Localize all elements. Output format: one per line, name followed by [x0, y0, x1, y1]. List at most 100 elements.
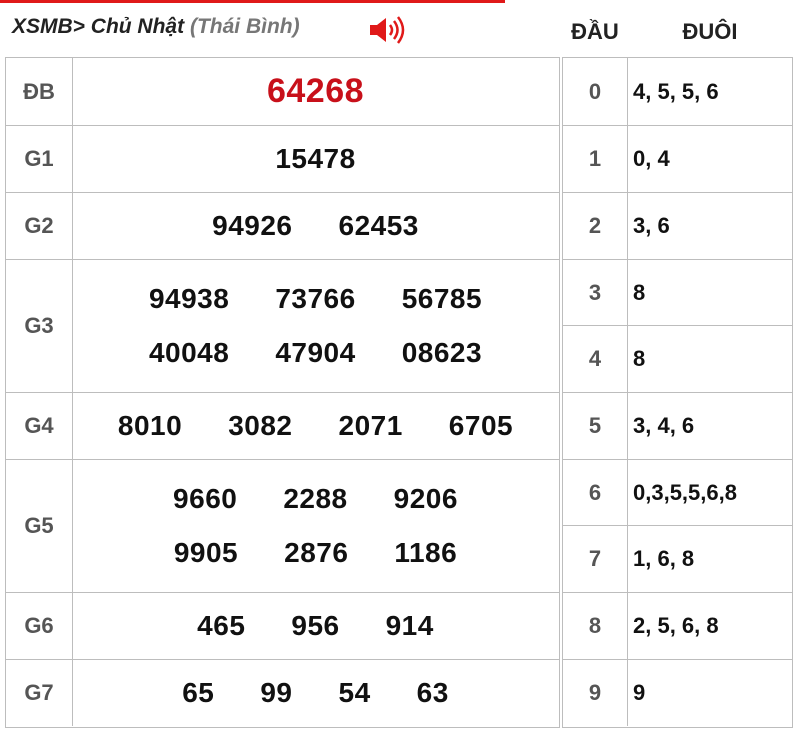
loto-tail-digits: 8 [633, 346, 646, 371]
prize-numbers: 94926 62453 [72, 193, 559, 259]
prize-number: 54 [338, 677, 371, 708]
loto-row: 1 0, 4 [563, 125, 792, 192]
loto-head-digit: 2 [563, 193, 628, 259]
special-prize-number: 64268 [266, 72, 365, 110]
prize-label: G4 [6, 393, 73, 459]
prize-row: G6 465 956 914 [6, 592, 559, 659]
prize-number: 62453 [338, 210, 419, 241]
prize-numbers: 9660 2288 9206 9905 2876 1186 [72, 460, 559, 592]
prize-numbers: 94938 73766 56785 40048 47904 08623 [72, 260, 559, 392]
prize-label: G2 [6, 193, 73, 259]
prize-number: 63 [416, 677, 449, 708]
prize-number: 6705 [448, 410, 514, 441]
column-header-duoi: ĐUÔI [682, 19, 738, 44]
loto-head-digit: 6 [563, 460, 628, 525]
prize-number: 8010 [117, 410, 183, 441]
prize-number: 2876 [284, 537, 349, 568]
prize-number-line: 65 99 54 63 [72, 666, 559, 720]
prize-number: 56785 [401, 283, 483, 314]
loto-head-digit: 9 [563, 660, 628, 726]
prize-number-line: 8010 3082 2071 6705 [72, 399, 559, 453]
prize-row: ĐB 64268 [6, 58, 559, 125]
loto-tail-digits: 0, 4 [633, 146, 670, 171]
prize-number: 65 [182, 677, 215, 708]
loto-tail-digits: 3, 6 [633, 213, 670, 238]
results-title[interactable]: XSMB> Chủ Nhật (Thái Bình) [12, 15, 300, 39]
prize-number: 99 [260, 677, 293, 708]
prize-label: G1 [6, 126, 73, 192]
loto-head-digit: 0 [563, 58, 628, 125]
draw-day: Chủ Nhật [90, 15, 185, 38]
prize-number: 47904 [275, 337, 356, 368]
prize-number: 9660 [173, 483, 238, 514]
loto-row: 5 3, 4, 6 [563, 392, 792, 459]
province-name: (Thái Bình) [189, 15, 300, 38]
region-link[interactable]: XSMB> [12, 15, 85, 38]
loto-head-digit: 7 [563, 526, 628, 592]
prize-label: ĐB [6, 58, 73, 125]
prize-table: ĐB 64268 G1 15478 G2 94926 62453 G3 94938 73766 56… [5, 57, 560, 728]
prize-number: 465 [197, 610, 246, 641]
prize-row: G1 15478 [6, 125, 559, 192]
loto-row: 0 4, 5, 5, 6 [563, 58, 792, 125]
loto-tail-digits: 9 [633, 680, 646, 705]
loto-tail-digits: 1, 6, 8 [633, 546, 695, 571]
prize-number: 914 [385, 610, 434, 641]
column-header-dau: ĐẦU [571, 19, 619, 44]
prize-numbers: 15478 [72, 126, 559, 192]
prize-row: G7 65 99 54 63 [6, 659, 559, 726]
loto-row: 8 2, 5, 6, 8 [563, 592, 792, 659]
prize-number: 9905 [173, 537, 239, 568]
prize-numbers: 64268 [72, 58, 559, 125]
prize-row: G3 94938 73766 56785 40048 47904 08623 [6, 259, 559, 392]
loto-row: 99 [563, 659, 792, 726]
prize-label: G5 [6, 460, 73, 592]
prize-row: G4 8010 3082 2071 6705 [6, 392, 559, 459]
lottery-results-widget: XSMB> Chủ Nhật (Thái Bình) ĐẦU ĐUÔI ĐB 64… [0, 0, 800, 731]
prize-number: 15478 [275, 143, 356, 174]
prize-number: 2288 [283, 483, 348, 514]
loto-row: 2 3, 6 [563, 192, 792, 259]
prize-number: 40048 [148, 337, 230, 368]
prize-row: G2 94926 62453 [6, 192, 559, 259]
speaker-icon[interactable] [368, 15, 408, 45]
prize-number: 94938 [148, 283, 230, 314]
prize-number: 3082 [228, 410, 293, 441]
prize-row: G5 9660 2288 9206 9905 2876 1186 [6, 459, 559, 592]
loto-tail-digits: 8 [633, 279, 646, 305]
prize-label: G6 [6, 593, 73, 659]
prize-number-line: 465 956 914 [72, 599, 559, 653]
prize-numbers: 8010 3082 2071 6705 [72, 393, 559, 459]
prize-label: G3 [6, 260, 73, 392]
loto-tail-digits: 0,3,5,5,6,8 [633, 479, 737, 505]
prize-numbers: 65 99 54 63 [72, 660, 559, 726]
prize-number: 94926 [212, 210, 293, 241]
loto-head-digit: 8 [563, 593, 628, 659]
prize-number-line: 40048 47904 08623 [72, 326, 559, 380]
loto-head-digit: 4 [563, 326, 628, 392]
prize-numbers: 465 956 914 [72, 593, 559, 659]
prize-number-line: 64268 [72, 65, 559, 119]
prize-number: 08623 [401, 337, 483, 368]
prize-number-line: 94938 73766 56785 [72, 272, 559, 326]
prize-label: G7 [6, 660, 73, 726]
prize-number-line: 9905 2876 1186 [72, 526, 559, 580]
loto-row: 48 [563, 325, 792, 392]
loto-row: 7 1, 6, 8 [563, 525, 792, 592]
prize-number: 956 [291, 610, 340, 641]
results-header: XSMB> Chủ Nhật (Thái Bình) ĐẦU ĐUÔI [0, 3, 800, 57]
loto-head-digit: 5 [563, 393, 628, 459]
loto-row: 38 [563, 259, 792, 325]
prize-number: 9206 [393, 483, 458, 514]
prize-number-line: 9660 2288 9206 [72, 472, 559, 526]
loto-head-digit: 3 [563, 260, 628, 325]
loto-head-digit: 1 [563, 126, 628, 192]
prize-number: 1186 [394, 537, 458, 568]
loto-table: 0 4, 5, 5, 6 1 0, 4 2 3, 6 3 8 4 8 5 3, 4, 6 6 0,3,5,… [562, 57, 793, 728]
loto-tail-digits: 4, 5, 5, 6 [633, 78, 719, 104]
prize-number: 73766 [275, 283, 356, 314]
loto-tail-digits: 2, 5, 6, 8 [633, 613, 719, 638]
prize-number-line: 15478 [72, 132, 559, 186]
loto-row: 6 0,3,5,5,6,8 [563, 459, 792, 525]
prize-number-line: 94926 62453 [72, 199, 559, 253]
